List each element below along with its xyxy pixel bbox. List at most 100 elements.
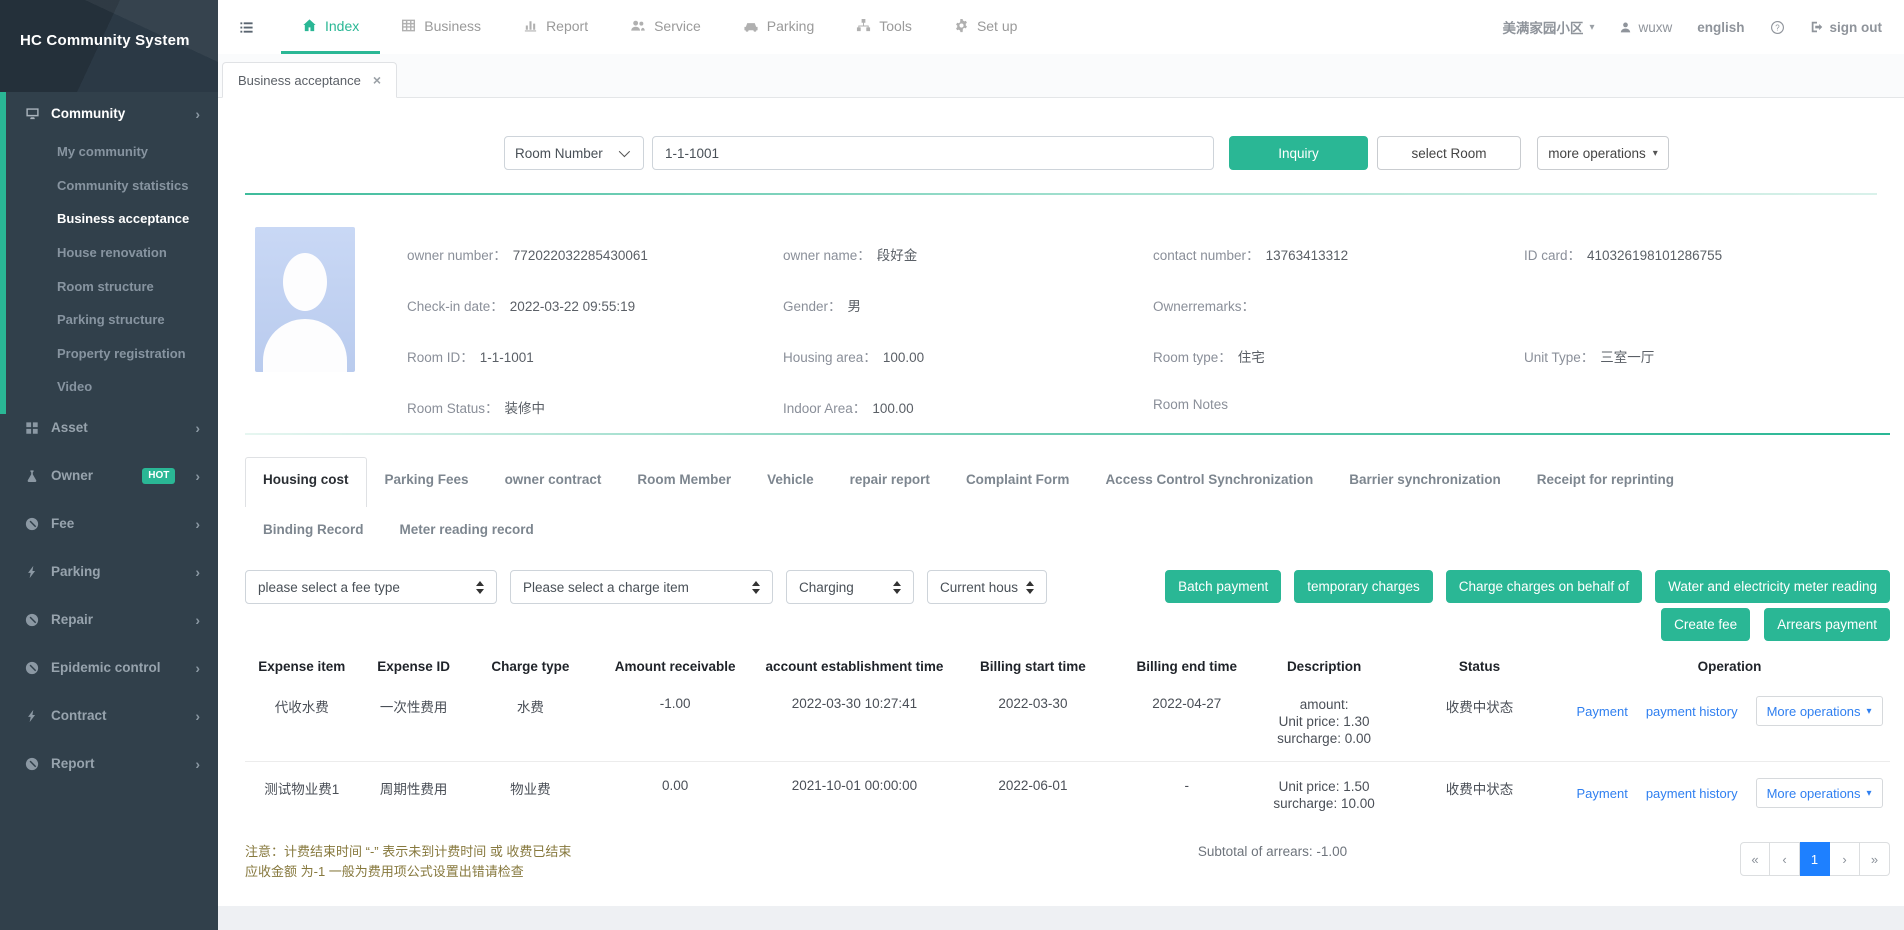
tab-housing-cost[interactable]: Housing cost bbox=[245, 457, 367, 507]
nav-item-report[interactable]: Report bbox=[502, 0, 609, 54]
user-menu[interactable]: wuxw bbox=[1619, 20, 1672, 35]
nav-item-set-up[interactable]: Set up bbox=[933, 0, 1038, 54]
community-selector[interactable]: 美满家园小区 ▾ bbox=[1502, 17, 1594, 37]
tab-vehicle[interactable]: Vehicle bbox=[749, 457, 832, 507]
app-title: HC Community System bbox=[20, 32, 218, 49]
room-status-field: Room Status：装修中 bbox=[407, 397, 783, 417]
row-more-operations-dropdown[interactable]: More operations ▾ bbox=[1756, 778, 1883, 808]
owner-remarks-field: Ownerremarks： bbox=[1153, 295, 1524, 346]
language-toggle[interactable]: english bbox=[1697, 20, 1744, 35]
expense-id-cell: 一次性费用 bbox=[359, 696, 469, 716]
owner-avatar bbox=[255, 227, 355, 372]
sidebar-item-house-renovation[interactable]: House renovation bbox=[0, 236, 218, 270]
nav-item-parking[interactable]: Parking bbox=[722, 0, 835, 54]
arrears-subtotal: Subtotal of arrears: -1.00 bbox=[805, 842, 1740, 859]
sidebar-item-property-registration[interactable]: Property registration bbox=[0, 337, 218, 371]
amount-cell: -1.00 bbox=[592, 696, 758, 711]
help-icon[interactable]: ? bbox=[1770, 20, 1785, 35]
sidebar-item-room-structure[interactable]: Room structure bbox=[0, 269, 218, 303]
fee-type-select[interactable]: please select a fee type bbox=[245, 570, 497, 604]
prev-page-button[interactable]: ‹ bbox=[1770, 842, 1800, 876]
arrears-payment-button[interactable]: Arrears payment bbox=[1764, 608, 1890, 641]
create-fee-button[interactable]: Create fee bbox=[1661, 608, 1750, 641]
username: wuxw bbox=[1638, 20, 1672, 35]
payment-history-link[interactable]: payment history bbox=[1646, 786, 1738, 801]
sidebar-item-community[interactable]: Community › bbox=[0, 92, 218, 135]
room-id-field: Room ID：1-1-1001 bbox=[407, 346, 783, 397]
caret-down-icon: ▾ bbox=[1867, 706, 1872, 717]
expense-id-cell: 周期性费用 bbox=[359, 778, 469, 798]
charging-status-select[interactable]: Charging bbox=[786, 570, 914, 604]
charge-item-select[interactable]: Please select a charge item bbox=[510, 570, 773, 604]
section-divider-bottom bbox=[245, 433, 1890, 435]
charge-type-cell: 物业费 bbox=[469, 778, 592, 798]
coin-icon bbox=[25, 613, 39, 627]
tab-complaint-form[interactable]: Complaint Form bbox=[948, 457, 1088, 507]
sidebar-item-parking[interactable]: Parking › bbox=[0, 548, 218, 596]
page-content: Room Number Inquiry select Room more ope… bbox=[218, 98, 1904, 906]
tab-repair-report[interactable]: repair report bbox=[832, 457, 948, 507]
sidebar-item-parking-structure[interactable]: Parking structure bbox=[0, 303, 218, 337]
select-room-button[interactable]: select Room bbox=[1377, 136, 1521, 170]
id-card-field: ID card：410326198101286755 bbox=[1524, 244, 1722, 295]
sidebar-item-asset[interactable]: Asset › bbox=[0, 404, 218, 452]
meter-reading-button[interactable]: Water and electricity meter reading bbox=[1655, 570, 1890, 603]
tab-room-member[interactable]: Room Member bbox=[619, 457, 749, 507]
check-in-date-field: Check-in date：2022-03-22 09:55:19 bbox=[407, 295, 783, 346]
table-icon bbox=[401, 18, 416, 33]
tab-parking-fees[interactable]: Parking Fees bbox=[367, 457, 487, 507]
tab-business-acceptance[interactable]: Business acceptance × bbox=[222, 62, 397, 98]
search-field-select[interactable]: Room Number bbox=[504, 136, 644, 170]
tab-receipt-reprinting[interactable]: Receipt for reprinting bbox=[1519, 457, 1692, 507]
nav-item-tools[interactable]: Tools bbox=[835, 0, 933, 54]
nav-item-service[interactable]: Service bbox=[609, 0, 722, 54]
sign-out-button[interactable]: sign out bbox=[1810, 20, 1883, 35]
tab-binding-record[interactable]: Binding Record bbox=[245, 507, 382, 551]
batch-payment-button[interactable]: Batch payment bbox=[1165, 570, 1281, 603]
more-operations-dropdown[interactable]: more operations ▾ bbox=[1537, 136, 1669, 170]
sidebar-item-community-statistics[interactable]: Community statistics bbox=[0, 169, 218, 203]
first-page-button[interactable]: « bbox=[1740, 842, 1770, 876]
sidebar-item-video[interactable]: Video bbox=[0, 370, 218, 404]
payment-history-link[interactable]: payment history bbox=[1646, 704, 1738, 719]
nav-item-business[interactable]: Business bbox=[380, 0, 502, 54]
nav-item-index[interactable]: Index bbox=[281, 0, 380, 54]
sidebar-item-owner[interactable]: Owner HOT › bbox=[0, 452, 218, 500]
inquiry-button[interactable]: Inquiry bbox=[1229, 136, 1368, 170]
sidebar-item-fee[interactable]: Fee › bbox=[0, 500, 218, 548]
next-page-button[interactable]: › bbox=[1830, 842, 1860, 876]
gear-icon bbox=[954, 18, 969, 33]
row-more-operations-dropdown[interactable]: More operations ▾ bbox=[1756, 696, 1883, 726]
table-row: 测试物业费1 周期性费用 物业费 0.00 2021-10-01 00:00:0… bbox=[245, 762, 1890, 826]
sidebar-item-epidemic-control[interactable]: Epidemic control › bbox=[0, 644, 218, 692]
detail-tabs-row1: Housing cost Parking Fees owner contract… bbox=[245, 457, 1890, 507]
sidebar-header: HC Community System bbox=[0, 0, 218, 92]
caret-down-icon: ▾ bbox=[1653, 148, 1658, 159]
tab-barrier-sync[interactable]: Barrier synchronization bbox=[1331, 457, 1519, 507]
room-notes-field: Room Notes bbox=[1153, 397, 1524, 417]
established-cell: 2021-10-01 00:00:00 bbox=[758, 778, 950, 793]
sidebar-item-contract[interactable]: Contract › bbox=[0, 692, 218, 740]
open-tabs-strip: Business acceptance × bbox=[218, 54, 1904, 98]
temporary-charges-button[interactable]: temporary charges bbox=[1294, 570, 1433, 603]
sidebar-item-business-acceptance[interactable]: Business acceptance bbox=[0, 202, 218, 236]
last-page-button[interactable]: » bbox=[1860, 842, 1890, 876]
page-1-button[interactable]: 1 bbox=[1800, 842, 1830, 876]
operation-cell: Payment payment history More operations … bbox=[1569, 778, 1890, 808]
house-scope-select[interactable]: Current house bbox=[927, 570, 1047, 604]
tab-access-control-sync[interactable]: Access Control Synchronization bbox=[1087, 457, 1331, 507]
sidebar-item-repair[interactable]: Repair › bbox=[0, 596, 218, 644]
tab-owner-contract[interactable]: owner contract bbox=[487, 457, 620, 507]
sidebar-item-my-community[interactable]: My community bbox=[0, 135, 218, 169]
expense-item-cell: 测试物业费1 bbox=[245, 778, 359, 798]
room-search-input[interactable] bbox=[652, 136, 1214, 170]
sidebar-item-report[interactable]: Report › bbox=[0, 740, 218, 788]
tab-meter-reading-record[interactable]: Meter reading record bbox=[382, 507, 552, 551]
bill-end-cell: 2022-04-27 bbox=[1115, 696, 1258, 711]
charge-on-behalf-button[interactable]: Charge charges on behalf of bbox=[1446, 570, 1642, 603]
amount-cell: 0.00 bbox=[592, 778, 758, 793]
payment-link[interactable]: Payment bbox=[1577, 786, 1628, 801]
payment-link[interactable]: Payment bbox=[1577, 704, 1628, 719]
menu-toggle-icon[interactable] bbox=[238, 20, 255, 35]
close-icon[interactable]: × bbox=[373, 72, 381, 88]
